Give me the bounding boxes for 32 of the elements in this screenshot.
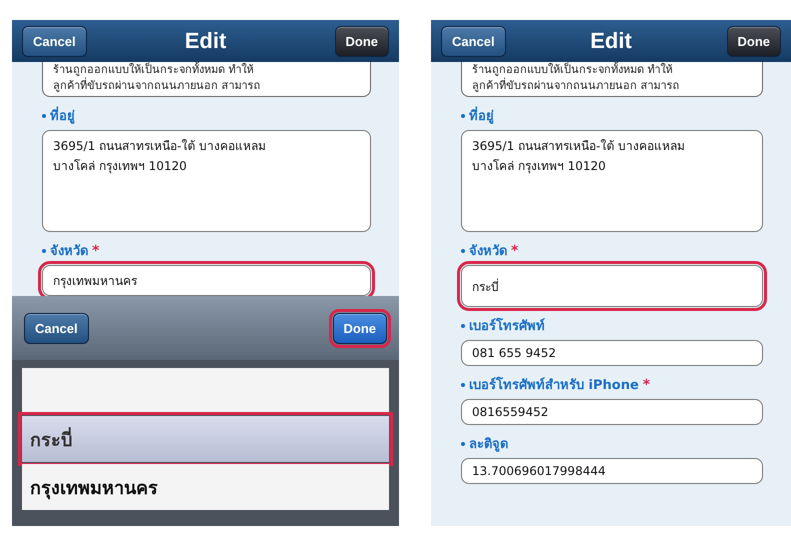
bullet-icon — [461, 324, 465, 328]
bullet-icon — [42, 248, 46, 252]
required-mark: * — [92, 242, 100, 258]
bullet-icon — [461, 248, 465, 252]
text-area[interactable]: 3695/1 ถนนสาทรเหนือ-ใต้ บางคอแหลม บางโคล่ กรุงเทพฯ 10120 — [42, 130, 371, 232]
input-field[interactable]: 0816559452 — [461, 399, 763, 425]
picker-row[interactable]: กระบี่ — [22, 416, 389, 462]
screen-title: Edit — [590, 28, 632, 54]
required-mark: * — [511, 242, 518, 258]
required-mark: * — [642, 376, 650, 392]
done-button[interactable]: Done — [726, 26, 781, 56]
field-label: จังหวัด — [50, 243, 88, 261]
text-area[interactable]: 3695/1 ถนนสาทรเหนือ-ใต้ บางคอแหลม บางโคล่ กรุงเทพฯ 10120 — [461, 130, 763, 232]
bullet-icon — [461, 382, 465, 386]
field-label: ที่อยู่ — [469, 105, 494, 126]
bullet-icon — [42, 114, 46, 118]
bullet-icon — [461, 442, 465, 446]
field-label: เบอร์โทรศัพท์ — [469, 316, 545, 336]
field-label: ละติจูด — [469, 436, 508, 454]
field-label: ที่อยู่ — [50, 105, 75, 126]
done-button[interactable]: Done — [334, 26, 389, 56]
field-label: เบอร์โทรศัพท์สำหรับ iPhone — [469, 376, 639, 395]
input-field[interactable]: 081 655 9452 — [461, 340, 763, 366]
input-field[interactable]: 13.700696017998444 — [461, 458, 763, 484]
picker-row[interactable] — [22, 368, 389, 414]
field-label: จังหวัด — [469, 243, 507, 261]
cancel-button[interactable]: Cancel — [24, 312, 89, 344]
picker-row[interactable]: กรุงเทพมหานคร — [22, 464, 389, 510]
bullet-icon — [461, 114, 465, 118]
cancel-button[interactable]: Cancel — [22, 26, 87, 56]
screen-title: Edit — [184, 28, 226, 54]
cancel-button[interactable]: Cancel — [441, 26, 506, 56]
